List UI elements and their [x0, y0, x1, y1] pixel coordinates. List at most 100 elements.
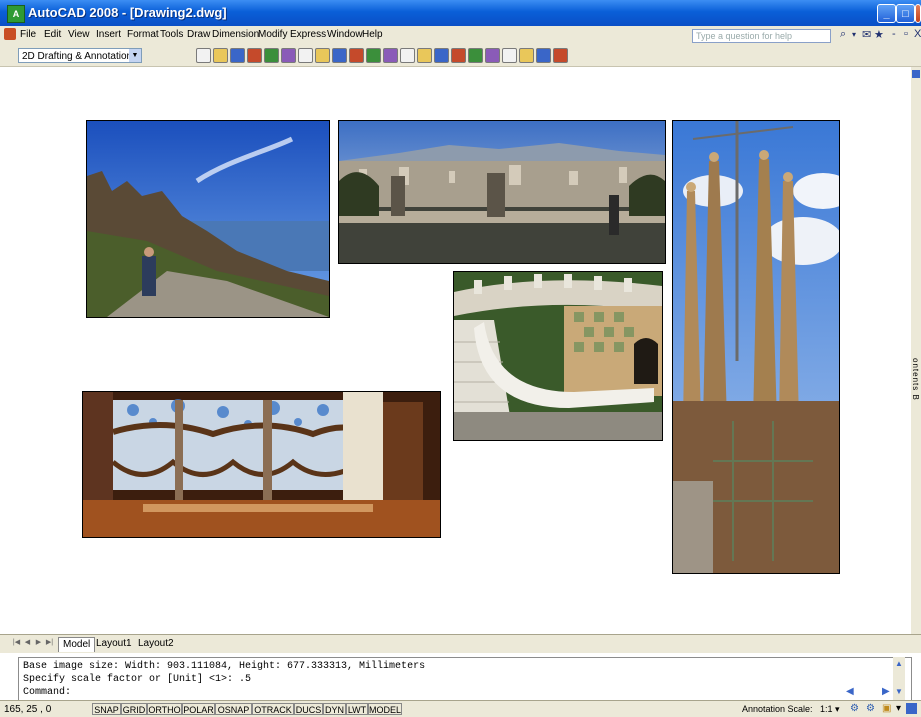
- tool-palettes-icon[interactable]: [485, 48, 500, 63]
- right-side-scrollbar[interactable]: [911, 67, 921, 634]
- communication-center-icon[interactable]: ✉: [862, 28, 871, 41]
- annotation-scale-select[interactable]: 1:1 ▾: [820, 704, 840, 715]
- new-icon[interactable]: [196, 48, 211, 63]
- drawing-canvas[interactable]: [0, 67, 911, 634]
- search-dropdown-icon[interactable]: ▾: [852, 30, 856, 39]
- auto-scale-icon[interactable]: ⚙: [866, 703, 875, 714]
- scroll-left-icon[interactable]: ◀: [846, 686, 854, 697]
- workspace-select[interactable]: 2D Drafting & Annotation ▼: [18, 48, 142, 63]
- prev-tab-arrow-icon[interactable]: ◀: [23, 638, 32, 648]
- design-center-icon[interactable]: [468, 48, 483, 63]
- undo-icon[interactable]: [383, 48, 398, 63]
- help-search-input[interactable]: Type a question for help: [692, 29, 831, 43]
- status-menu-icon[interactable]: ▾: [896, 703, 901, 714]
- doc-restore-button[interactable]: ▫: [904, 28, 908, 40]
- 3d-dwf-icon[interactable]: [298, 48, 313, 63]
- menu-help[interactable]: Help: [362, 29, 383, 40]
- publish-icon[interactable]: [281, 48, 296, 63]
- annotation-scale-label: Annotation Scale:: [742, 704, 813, 714]
- tab-layout1[interactable]: Layout1: [92, 637, 136, 651]
- scroll-down-icon[interactable]: ▼: [895, 687, 903, 696]
- sheet-set-icon[interactable]: [502, 48, 517, 63]
- save-icon[interactable]: [230, 48, 245, 63]
- menu-modify[interactable]: Modify: [258, 29, 287, 40]
- menu-insert[interactable]: Insert: [96, 29, 121, 40]
- command-scrollbar[interactable]: ▲ ▼: [893, 657, 905, 700]
- scroll-up-icon[interactable]: ▲: [895, 659, 903, 668]
- plot-preview-icon[interactable]: [264, 48, 279, 63]
- snap-toggle[interactable]: SNAP: [92, 703, 121, 715]
- window-title: AutoCAD 2008 - [Drawing2.dwg]: [28, 5, 227, 20]
- markup-icon[interactable]: [519, 48, 534, 63]
- calculator-icon[interactable]: [536, 48, 551, 63]
- workspace-select-value: 2D Drafting & Annotation: [22, 51, 133, 62]
- properties-icon[interactable]: [451, 48, 466, 63]
- lock-icon[interactable]: ▣: [882, 703, 891, 714]
- favorites-star-icon[interactable]: ★: [874, 28, 884, 41]
- command-history-line-1: Base image size: Width: 903.111084, Heig…: [23, 661, 426, 672]
- barcelona-panorama-image: [339, 121, 665, 263]
- grid-toggle[interactable]: GRID: [121, 703, 147, 715]
- scroll-right-icon[interactable]: ▶: [882, 686, 890, 697]
- barcelona-panorama-photo[interactable]: [338, 120, 666, 264]
- palette-icon[interactable]: [912, 70, 920, 78]
- clean-screen-icon[interactable]: [906, 703, 917, 714]
- montserrat-photo[interactable]: [86, 120, 330, 318]
- menu-tools[interactable]: Tools: [160, 29, 183, 40]
- minimize-button[interactable]: _: [877, 4, 896, 23]
- maximize-button[interactable]: □: [896, 4, 915, 23]
- menu-format[interactable]: Format: [127, 29, 159, 40]
- side-palette-label[interactable]: ontents B: [910, 358, 920, 401]
- menu-draw[interactable]: Draw: [187, 29, 210, 40]
- menu-view[interactable]: View: [68, 29, 90, 40]
- print-icon[interactable]: [247, 48, 262, 63]
- paste-icon[interactable]: [349, 48, 364, 63]
- open-icon[interactable]: [213, 48, 228, 63]
- menu-edit[interactable]: Edit: [44, 29, 61, 40]
- autocad-app-icon[interactable]: A: [7, 5, 25, 23]
- otrack-toggle[interactable]: OTRACK: [252, 703, 294, 715]
- title-bar: A AutoCAD 2008 - [Drawing2.dwg] _ □: [0, 0, 921, 26]
- park-guell-image: [454, 272, 662, 440]
- close-button[interactable]: [915, 4, 921, 23]
- command-prompt[interactable]: Command:: [23, 687, 71, 698]
- chevron-down-icon[interactable]: ▼: [129, 49, 141, 62]
- document-icon[interactable]: [4, 28, 16, 40]
- match-properties-icon[interactable]: [366, 48, 381, 63]
- lwt-toggle[interactable]: LWT: [346, 703, 368, 715]
- search-icon[interactable]: ⌕: [840, 28, 846, 41]
- zoom-icon[interactable]: [434, 48, 449, 63]
- menu-dimension[interactable]: Dimension: [212, 29, 259, 40]
- ortho-toggle[interactable]: ORTHO: [147, 703, 182, 715]
- casa-batllo-image: [83, 392, 440, 537]
- dyn-toggle[interactable]: DYN: [323, 703, 346, 715]
- command-window[interactable]: Base image size: Width: 903.111084, Heig…: [18, 657, 912, 702]
- polar-toggle[interactable]: POLAR: [182, 703, 215, 715]
- first-tab-arrow-icon[interactable]: |◀: [12, 638, 21, 648]
- next-tab-arrow-icon[interactable]: ▶: [34, 638, 43, 648]
- osnap-toggle[interactable]: OSNAP: [215, 703, 252, 715]
- copy-icon[interactable]: [332, 48, 347, 63]
- tab-layout2[interactable]: Layout2: [134, 637, 178, 651]
- redo-icon[interactable]: [400, 48, 415, 63]
- annotation-visibility-icon[interactable]: ⚙: [850, 703, 859, 714]
- doc-close-button[interactable]: X: [914, 28, 921, 40]
- sagrada-familia-image: [673, 121, 839, 573]
- menu-file[interactable]: File: [20, 29, 36, 40]
- menu-express[interactable]: Express: [290, 29, 326, 40]
- pan-icon[interactable]: [417, 48, 432, 63]
- menu-window[interactable]: Window: [327, 29, 363, 40]
- model-toggle[interactable]: MODEL: [368, 703, 402, 715]
- park-guell-photo[interactable]: [453, 271, 663, 441]
- help-icon[interactable]: [553, 48, 568, 63]
- cut-icon[interactable]: [315, 48, 330, 63]
- doc-minimize-button[interactable]: -: [892, 28, 896, 40]
- layout-tabs-bar: |◀ ◀ ▶ ▶| Model Layout1 Layout2: [0, 634, 921, 653]
- cursor-coordinates: 165, 25 , 0: [4, 704, 52, 715]
- montserrat-photo-image: [87, 121, 329, 317]
- sagrada-familia-photo[interactable]: [672, 120, 840, 574]
- ducs-toggle[interactable]: DUCS: [294, 703, 323, 715]
- last-tab-arrow-icon[interactable]: ▶|: [45, 638, 54, 648]
- casa-batllo-photo[interactable]: [82, 391, 441, 538]
- tab-model[interactable]: Model: [58, 637, 96, 652]
